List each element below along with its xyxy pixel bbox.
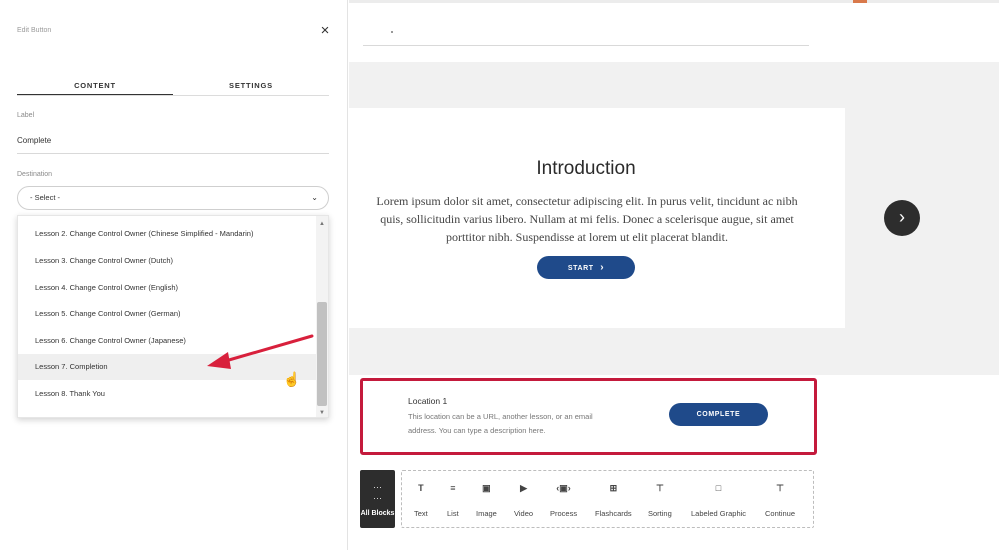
video-icon: ▶ xyxy=(520,483,527,493)
start-label: START xyxy=(567,265,594,272)
hand-cursor-icon: ☝ xyxy=(283,371,301,387)
top-accent xyxy=(853,0,867,3)
dropdown-option[interactable]: Lesson 8. Thank You xyxy=(18,381,317,407)
labeled-graphic-icon: □ xyxy=(715,483,722,493)
intro-card: Introduction Lorem ipsum dolor sit amet,… xyxy=(349,108,845,328)
close-icon[interactable]: × xyxy=(318,23,332,38)
dropdown-option[interactable]: Lesson 3. Change Control Owner (Dutch) xyxy=(18,248,317,274)
scroll-down-icon[interactable]: ▼ xyxy=(319,410,325,416)
dropdown-option[interactable]: Lesson 6. Change Control Owner (Japanese… xyxy=(18,328,317,354)
location-title: Location 1 xyxy=(408,396,448,406)
block-text[interactable]: T Text xyxy=(414,483,428,518)
block-image[interactable]: ▣ Image xyxy=(476,483,497,518)
block-label: Process xyxy=(550,509,578,518)
block-label: Continue xyxy=(765,509,796,518)
dropdown-scrollbar[interactable]: ▲ ▼ xyxy=(316,216,328,417)
dropdown-option-highlighted[interactable]: Lesson 7. Completion xyxy=(18,354,317,380)
block-video[interactable]: ▶ Video xyxy=(514,483,533,518)
block-label: Labeled Graphic xyxy=(691,509,747,518)
dropdown-option[interactable]: Lesson 4. Change Control Owner (English) xyxy=(18,275,317,301)
block-labeled-graphic[interactable]: □ Labeled Graphic xyxy=(691,483,746,518)
scrollbar-thumb[interactable] xyxy=(317,302,327,406)
block-label: Image xyxy=(476,509,497,518)
chevron-down-icon: ⌄ xyxy=(311,193,318,202)
block-label: List xyxy=(447,509,459,518)
location-description: This location can be a URL, another less… xyxy=(408,412,593,435)
destination-select[interactable]: - Select - ⌄ xyxy=(17,186,329,210)
block-label: Video xyxy=(514,509,534,518)
label-input[interactable]: Complete xyxy=(17,136,329,154)
chevron-right-icon: › xyxy=(600,262,605,273)
block-label: Text xyxy=(414,509,428,518)
block-continue[interactable]: ⊤ Continue xyxy=(765,483,795,518)
all-blocks-label: All Blocks xyxy=(360,510,395,517)
flashcards-icon: ⊞ xyxy=(609,483,618,493)
start-button[interactable]: START › xyxy=(537,256,635,279)
complete-button[interactable]: COMPLETE xyxy=(669,403,768,426)
chevron-right-icon: › xyxy=(899,207,905,227)
all-blocks-button[interactable]: ⋯ ⋯ All Blocks xyxy=(360,470,395,528)
label-field-label: Label xyxy=(17,112,35,119)
process-icon: ‹▣› xyxy=(556,483,571,493)
block-toolbar: T Text ≡ List ▣ Image ▶ Video ‹▣› Proces… xyxy=(401,470,814,528)
tab-content[interactable]: CONTENT xyxy=(17,80,173,95)
dropdown-option[interactable]: Lesson 2. Change Control Owner (Chinese … xyxy=(18,221,317,247)
destination-selected-value: - Select - xyxy=(30,193,61,202)
block-flashcards[interactable]: ⊞ Flashcards xyxy=(595,483,632,518)
panel-tabs: CONTENT SETTINGS xyxy=(17,80,329,96)
destination-field-label: Destination xyxy=(17,171,53,178)
block-list[interactable]: ≡ List xyxy=(447,483,459,518)
image-icon: ▣ xyxy=(482,483,491,493)
text-icon: T xyxy=(418,483,424,493)
lesson-editor: Introduction Lorem ipsum dolor sit amet,… xyxy=(349,0,999,550)
dropdown-option[interactable]: Lesson 5. Change Control Owner (German) xyxy=(18,301,317,327)
scroll-up-icon[interactable]: ▲ xyxy=(319,221,325,227)
edit-button-panel: Edit Button × CONTENT SETTINGS Label Com… xyxy=(0,0,348,550)
grid-icon: ⋯ ⋯ xyxy=(373,482,382,503)
sorting-icon: ⊤ xyxy=(655,483,664,493)
next-button[interactable]: › xyxy=(884,200,920,236)
intro-title: Introduction xyxy=(536,158,636,179)
panel-title: Edit Button xyxy=(17,27,52,34)
block-label: Sorting xyxy=(648,509,672,518)
list-icon: ≡ xyxy=(450,483,456,493)
continue-icon: ⊤ xyxy=(776,483,784,493)
block-label: Flashcards xyxy=(595,509,632,518)
intro-body: Lorem ipsum dolor sit amet, consectetur … xyxy=(376,194,798,244)
top-divider xyxy=(363,45,809,46)
location-block[interactable]: Location 1 This location can be a URL, a… xyxy=(360,378,817,455)
top-dot xyxy=(391,31,393,33)
top-strip xyxy=(349,0,999,62)
block-sorting[interactable]: ⊤ Sorting xyxy=(648,483,672,518)
block-process[interactable]: ‹▣› Process xyxy=(550,483,577,518)
tab-settings[interactable]: SETTINGS xyxy=(173,80,329,95)
